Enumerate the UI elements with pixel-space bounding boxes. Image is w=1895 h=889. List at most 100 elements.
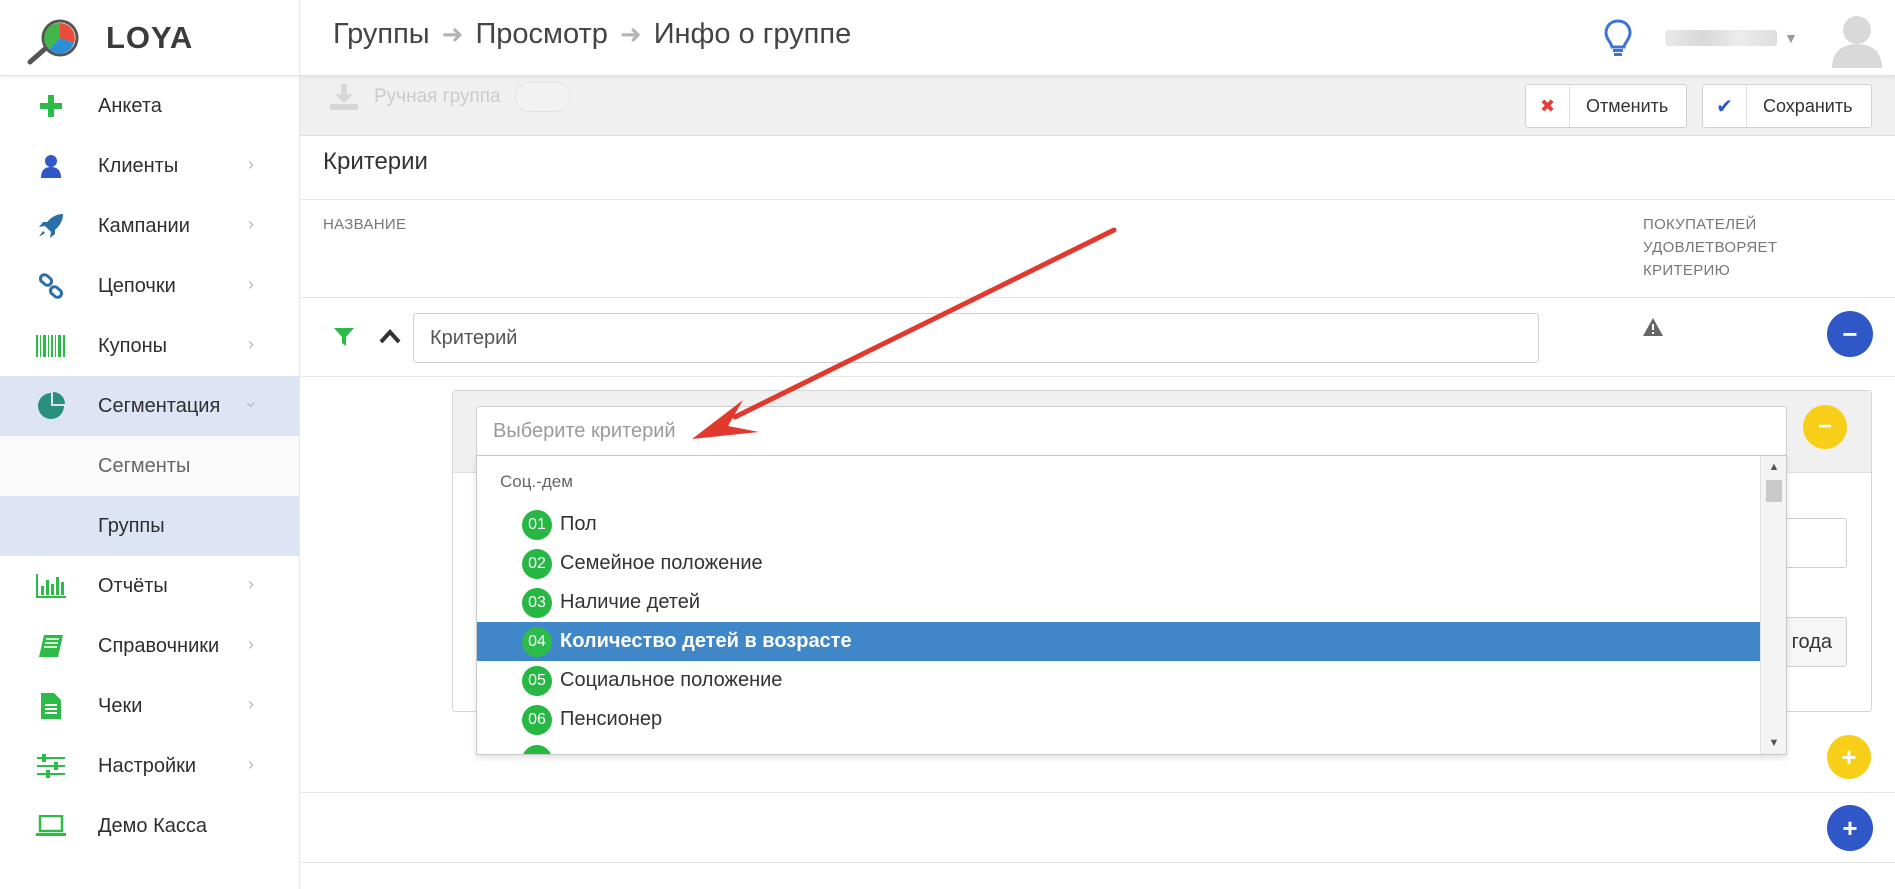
scroll-down-icon[interactable]: ▼: [1761, 734, 1786, 752]
column-header-line: УДОВЛЕТВОРЯЕТ: [1643, 239, 1778, 256]
save-button-label: Сохранить: [1763, 95, 1853, 116]
dropdown-option[interactable]: 03 Наличие детей: [477, 583, 1761, 622]
scrollbar-thumb[interactable]: [1766, 480, 1782, 502]
cancel-button[interactable]: ✖ Отменить: [1525, 84, 1687, 128]
add-criteria-button[interactable]: +: [1827, 805, 1873, 851]
option-label: Семейное положение: [560, 552, 763, 574]
sidebar-item-survey[interactable]: Анкета: [0, 76, 299, 136]
sidebar-item-reports[interactable]: Отчёты ›: [0, 556, 299, 616]
divider: [300, 862, 1895, 863]
sidebar: Анкета Клиенты › Кампании › Цепочки › Ку…: [0, 76, 300, 889]
chevron-down-icon[interactable]: ▼: [1784, 30, 1798, 46]
sidebar-item-label: Купоны: [98, 334, 168, 357]
remove-condition-button[interactable]: −: [1803, 405, 1847, 449]
sidebar-item-label: Настройки: [98, 754, 197, 777]
sidebar-item-receipts[interactable]: Чеки ›: [0, 676, 299, 736]
sidebar-item-directories[interactable]: Справочники ›: [0, 616, 299, 676]
barcode-icon: [36, 332, 66, 360]
avatar[interactable]: [1830, 10, 1884, 68]
column-header-buyers: ПОКУПАТЕЛЕЙ УДОВЛЕТВОРЯЕТ КРИТЕРИЮ: [1643, 213, 1777, 282]
sidebar-item-label: Группы: [98, 514, 165, 537]
option-number-badge: 04: [522, 626, 552, 657]
dropdown-option-partial[interactable]: [477, 741, 1761, 754]
cancel-button-label: Отменить: [1586, 95, 1669, 116]
section-title: Критерии: [323, 148, 428, 175]
sidebar-item-coupons[interactable]: Купоны ›: [0, 316, 299, 376]
dropdown-option[interactable]: 02 Семейное положение: [477, 544, 1761, 583]
sidebar-item-label: Отчёты: [98, 574, 168, 597]
value-input[interactable]: [1780, 518, 1847, 568]
sidebar-item-label: Клиенты: [98, 154, 179, 177]
save-button[interactable]: ✔ Сохранить: [1702, 84, 1872, 128]
dropdown-option[interactable]: 05 Социальное положение: [477, 661, 1761, 700]
arrow-right-icon: ➜: [619, 19, 642, 49]
sidebar-item-label: Анкета: [98, 94, 162, 117]
chevron-right-icon: ›: [248, 274, 254, 294]
manual-group-label: Ручная группа: [374, 86, 501, 107]
breadcrumb: Группы ➜ Просмотр ➜ Инфо о группе: [333, 18, 851, 51]
brand[interactable]: LOYA: [0, 0, 300, 76]
chevron-right-icon: ›: [248, 154, 254, 174]
filter-icon[interactable]: [333, 326, 355, 348]
receipt-icon: [36, 692, 66, 720]
breadcrumb-item[interactable]: Просмотр: [475, 18, 607, 51]
option-label: Наличие детей: [560, 591, 701, 613]
bar-chart-icon: [36, 572, 66, 600]
sidebar-subitem-groups[interactable]: Группы: [0, 496, 299, 556]
logo-icon: [27, 19, 79, 65]
remove-criteria-button[interactable]: −: [1827, 311, 1873, 357]
breadcrumb-item: Инфо о группе: [653, 18, 852, 50]
user-name[interactable]: [1665, 30, 1777, 46]
option-number-badge: [522, 745, 552, 754]
sliders-icon: [36, 752, 66, 780]
link-icon: [36, 272, 66, 300]
criterion-dropdown: Соц.-дем 01 Пол 02 Семейное положение 03…: [476, 455, 1787, 755]
sidebar-item-demo-pos[interactable]: Демо Касса: [0, 796, 299, 856]
download-icon: [330, 84, 358, 110]
chevron-right-icon: ›: [248, 754, 254, 774]
dropdown-option-selected[interactable]: 04 Количество детей в возрасте: [477, 622, 1761, 661]
warning-icon: [1643, 318, 1663, 336]
dropdown-option[interactable]: 01 Пол: [477, 505, 1761, 544]
breadcrumb-item[interactable]: Группы: [333, 18, 430, 51]
action-toolbar: Ручная группа ✖ Отменить ✔ Сохранить: [300, 76, 1895, 136]
sidebar-item-settings[interactable]: Настройки ›: [0, 736, 299, 796]
divider: [300, 199, 1895, 200]
scroll-up-icon[interactable]: ▲: [1761, 458, 1786, 476]
column-header-name: НАЗВАНИЕ: [323, 216, 407, 233]
column-header-line: ПОКУПАТЕЛЕЙ: [1643, 216, 1757, 233]
dropdown-option[interactable]: 06 Пенсионер: [477, 700, 1761, 739]
criterion-select[interactable]: Выберите критерий: [476, 406, 1787, 456]
option-number-badge: 03: [522, 587, 552, 618]
arrow-right-icon: ➜: [441, 19, 464, 49]
criteria-name-input[interactable]: Критерий: [413, 313, 1539, 363]
add-condition-button[interactable]: +: [1827, 735, 1871, 779]
manual-group-toggle[interactable]: Ручная группа: [330, 82, 571, 112]
dropdown-scrollbar[interactable]: ▲ ▼: [1760, 456, 1786, 754]
sidebar-item-label: Кампании: [98, 214, 190, 237]
sidebar-subitem-segments[interactable]: Сегменты: [0, 436, 299, 496]
chevron-right-icon: ›: [248, 694, 254, 714]
logo-text: LOYA: [106, 20, 194, 55]
sidebar-item-label: Чеки: [98, 694, 143, 717]
option-number-badge: 02: [522, 548, 552, 579]
option-number-badge: 06: [522, 704, 552, 735]
laptop-icon: [36, 812, 66, 840]
chevron-right-icon: ›: [248, 214, 254, 234]
divider: [300, 376, 1895, 377]
sidebar-item-label: Цепочки: [98, 274, 176, 297]
sidebar-item-campaigns[interactable]: Кампании ›: [0, 196, 299, 256]
user-icon: [36, 152, 66, 180]
sidebar-item-chains[interactable]: Цепочки ›: [0, 256, 299, 316]
chevron-up-icon[interactable]: [378, 326, 402, 346]
option-number-badge: 05: [522, 665, 552, 696]
lightbulb-icon[interactable]: [1603, 18, 1633, 58]
book-icon: [36, 632, 66, 660]
sidebar-item-clients[interactable]: Клиенты ›: [0, 136, 299, 196]
sidebar-item-segmentation[interactable]: Сегментация ›: [0, 376, 299, 436]
plus-icon: [36, 92, 66, 120]
sidebar-item-label: Справочники: [98, 634, 220, 657]
option-label: Количество детей в возрасте: [560, 630, 852, 652]
manual-group-switch[interactable]: [514, 82, 571, 112]
chevron-right-icon: ›: [248, 574, 254, 594]
